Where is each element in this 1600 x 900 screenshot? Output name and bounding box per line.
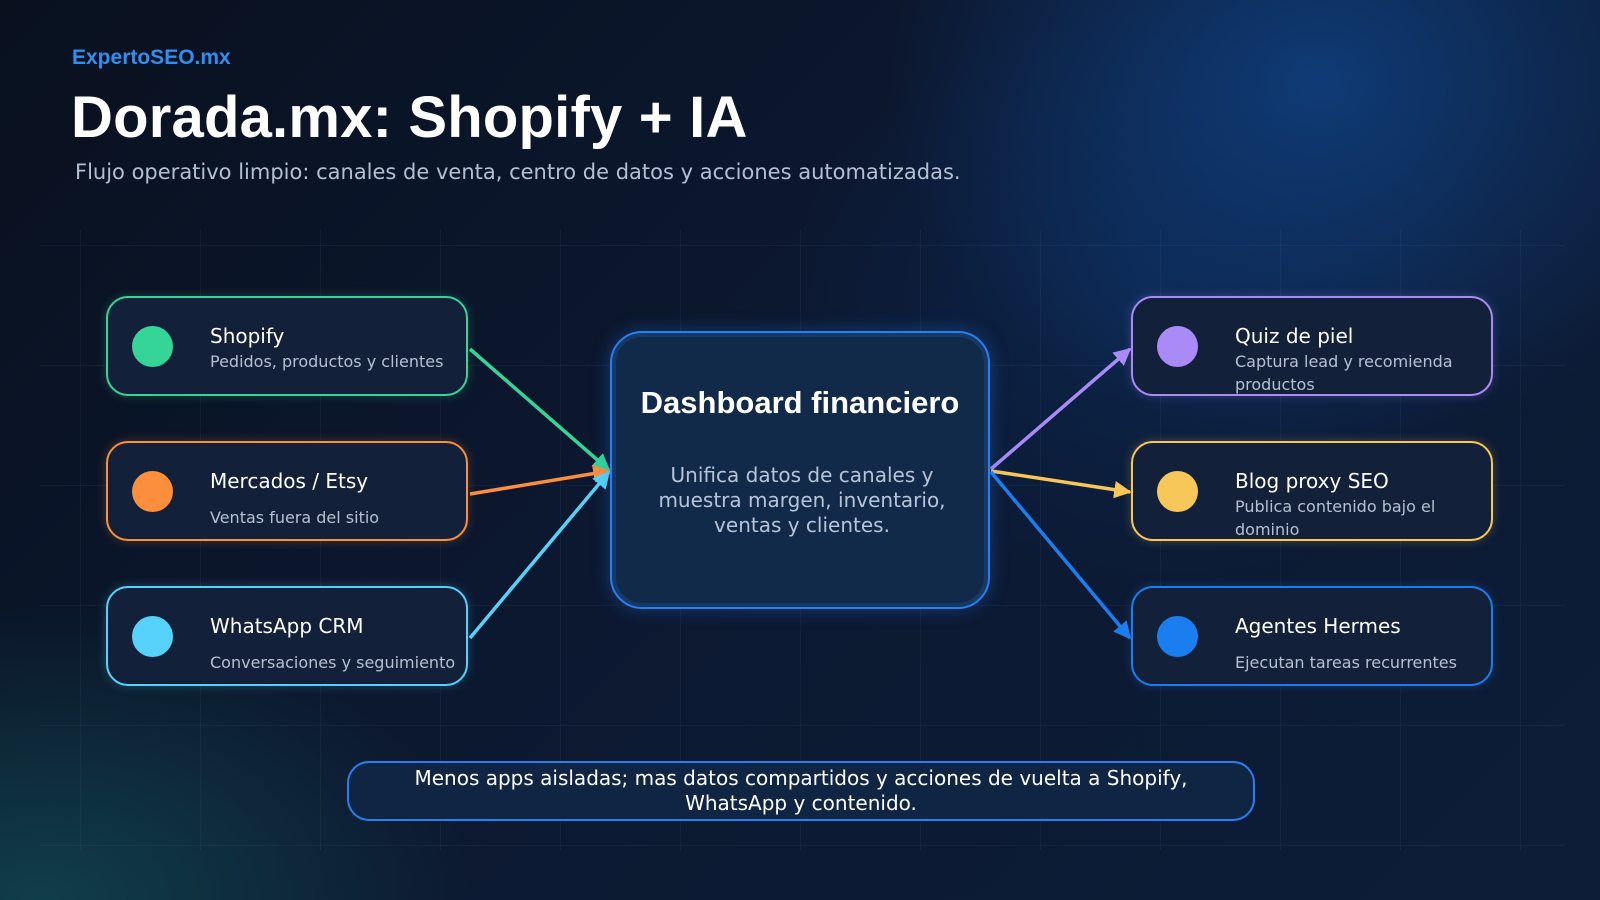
node-description: Publica contenido bajo el dominio bbox=[1235, 497, 1436, 539]
node-title: Blog proxy SEO bbox=[1235, 469, 1389, 493]
agentes-dot-icon bbox=[1157, 616, 1198, 657]
summary-text: Menos apps aisladas; mas datos compartid… bbox=[414, 766, 1188, 815]
node-blog-proxy-seo: Blog proxy SEO Publica contenido bajo el… bbox=[1131, 441, 1493, 541]
node-title: WhatsApp CRM bbox=[210, 614, 364, 638]
node-description: Captura lead y recomienda productos bbox=[1235, 352, 1453, 394]
quiz-dot-icon bbox=[1157, 326, 1198, 367]
arrow-dashboard-to-agentes bbox=[989, 470, 1132, 640]
node-title: Agentes Hermes bbox=[1235, 614, 1401, 638]
node-description: Ejecutan tareas recurrentes bbox=[1235, 653, 1457, 672]
summary-callout: Menos apps aisladas; mas datos compartid… bbox=[347, 761, 1255, 821]
node-quiz-de-piel: Quiz de piel Captura lead y recomienda p… bbox=[1131, 296, 1493, 396]
mercados-dot-icon bbox=[132, 471, 173, 512]
node-whatsapp-crm: WhatsApp CRM Conversaciones y seguimient… bbox=[106, 586, 468, 686]
node-description: Conversaciones y seguimiento bbox=[210, 653, 456, 672]
arrow-dashboard-to-blog bbox=[990, 469, 1132, 499]
node-title: Shopify bbox=[210, 324, 285, 348]
hub-description: Unifica datos de canales y muestra marge… bbox=[658, 463, 946, 537]
blog-dot-icon bbox=[1157, 471, 1198, 512]
node-mercados-etsy: Mercados / Etsy Ventas fuera del sitio bbox=[106, 441, 468, 541]
node-shopify: Shopify Pedidos, productos y clientes bbox=[106, 296, 468, 396]
arrow-whatsapp-to-dashboard bbox=[468, 470, 611, 640]
node-agentes-hermes: Agentes Hermes Ejecutan tareas recurrent… bbox=[1131, 586, 1493, 686]
node-title: Quiz de piel bbox=[1235, 324, 1354, 348]
node-description: Pedidos, productos y clientes bbox=[210, 352, 444, 371]
whatsapp-dot-icon bbox=[132, 616, 173, 657]
arrow-shopify-to-dashboard bbox=[468, 347, 611, 472]
shopify-dot-icon bbox=[132, 326, 173, 367]
arrow-dashboard-to-quiz bbox=[989, 347, 1132, 471]
node-description: Ventas fuera del sitio bbox=[210, 508, 380, 527]
node-title: Mercados / Etsy bbox=[210, 469, 369, 493]
diagram-canvas: ExpertoSEO.mx Dorada.mx: Shopify + IA Fl… bbox=[0, 0, 1600, 900]
arrow-mercados-to-dashboard bbox=[469, 464, 611, 496]
dashboard-hub: Dashboard financiero Unifica datos de ca… bbox=[610, 331, 990, 609]
hub-title: Dashboard financiero bbox=[640, 385, 960, 420]
